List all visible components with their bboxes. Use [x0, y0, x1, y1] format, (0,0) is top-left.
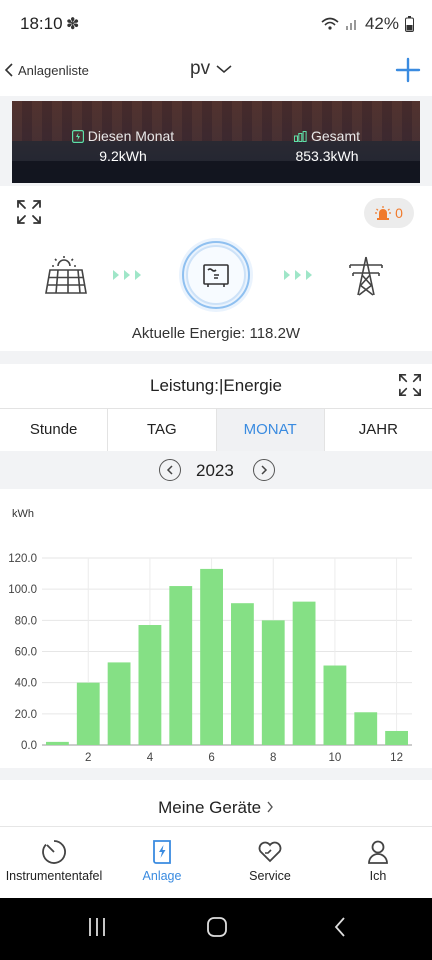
battery-percent: 42%: [364, 14, 399, 33]
bar: [107, 662, 131, 745]
chevron-left-icon: [166, 465, 173, 475]
back-label: Anlagenliste: [18, 62, 89, 78]
fan-icon: ✽: [66, 16, 80, 33]
chevron-right-icon: [267, 801, 273, 813]
bar-stats-icon: [293, 130, 307, 142]
alarm-button[interactable]: 0: [364, 198, 414, 228]
nav-ich[interactable]: Ich: [324, 827, 432, 899]
plant-banner: Diesen Monat 9.2kWh Gesamt 853.3kWh: [12, 101, 420, 183]
nav-label: Service: [249, 869, 291, 883]
expand-icon[interactable]: [16, 199, 42, 225]
current-energy: Aktuelle Energie: 118.2W: [0, 325, 432, 342]
y-tick-label: 20.0: [15, 709, 37, 721]
bar: [292, 601, 316, 745]
clock: 18:10: [20, 14, 63, 33]
energy-bar-chart: 0.0 20.0 40.0 60.0 80.0 100.0 120.0 2 4 6 8 10 12: [8, 553, 412, 764]
nav-instrumententafel[interactable]: Instrumententafel: [0, 827, 108, 899]
x-tick-label: 12: [390, 752, 403, 764]
chart-unit: kWh: [12, 508, 34, 520]
bar: [76, 682, 100, 745]
grid-tower-icon: [349, 256, 383, 296]
month-label: Diesen Monat: [87, 128, 175, 144]
nav-service[interactable]: Service: [216, 827, 324, 899]
x-tick-label: 10: [329, 752, 342, 764]
total-label: Gesamt: [310, 128, 360, 144]
person-icon: [368, 840, 388, 864]
system-nav-bar: [0, 898, 432, 960]
x-tick-label: 4: [147, 752, 154, 764]
alarm-count: 0: [395, 205, 403, 221]
signal-icon: [345, 20, 356, 30]
nav-label: Instrumententafel: [5, 869, 103, 883]
banner-shade: [12, 161, 420, 183]
bottom-nav: Instrumententafel Anlage Service Ich: [0, 826, 432, 899]
total-value: 853.3kWh: [295, 148, 359, 164]
solar-panel-icon: [45, 256, 87, 294]
x-tick-label: 8: [270, 752, 276, 764]
tab-jahr[interactable]: JAHR: [324, 409, 432, 451]
flow-arrows-right: [284, 270, 312, 280]
period-tabs: Stunde TAG MONAT JAHR: [0, 408, 432, 452]
my-devices-link[interactable]: Meine Geräte: [0, 798, 432, 818]
bar: [169, 586, 193, 745]
total-stat: Gesamt 853.3kWh: [272, 128, 382, 164]
next-year-button[interactable]: [253, 459, 275, 481]
tab-monat[interactable]: MONAT: [216, 409, 325, 451]
status-icons: 42%: [321, 14, 414, 34]
inverter-button[interactable]: [177, 236, 255, 314]
bar: [138, 625, 162, 745]
nav-anlage[interactable]: Anlage: [108, 827, 216, 899]
y-tick-label: 40.0: [15, 678, 37, 690]
chevron-left-icon: [4, 63, 13, 77]
chart-expand-icon[interactable]: [398, 373, 422, 397]
battery-charge-icon: [71, 129, 84, 143]
bar: [261, 620, 285, 745]
prev-year-button[interactable]: [159, 459, 181, 481]
back-button[interactable]: Anlagenliste: [4, 58, 89, 82]
x-tick-label: 6: [208, 752, 214, 764]
home-icon[interactable]: [206, 916, 228, 938]
my-devices-label: Meine Geräte: [158, 798, 262, 817]
current-energy-value: 118.2W: [249, 325, 301, 342]
bar: [231, 603, 254, 745]
bar: [354, 712, 378, 745]
dashboard-icon: [42, 840, 66, 864]
back-nav-icon[interactable]: [330, 916, 352, 938]
bar: [200, 568, 223, 745]
heart-hand-icon: [258, 841, 282, 863]
tab-stunde[interactable]: Stunde: [0, 409, 109, 451]
recent-apps-icon[interactable]: [86, 916, 108, 938]
y-tick-label: 120.0: [8, 553, 37, 565]
flow-arrows-left: [113, 270, 141, 280]
alarm-light-icon: [375, 206, 392, 220]
y-tick-label: 100.0: [8, 584, 37, 596]
bar: [46, 741, 69, 745]
plant-icon: [153, 840, 171, 864]
bar: [323, 665, 347, 745]
app-header: Anlagenliste pv: [0, 48, 432, 96]
battery-icon: [405, 16, 414, 32]
month-stat: Diesen Monat 9.2kWh: [58, 128, 188, 164]
status-bar: 18:10 ✽ 42%: [0, 0, 432, 48]
year-value: 2023: [196, 461, 234, 480]
plant-selector[interactable]: pv: [190, 58, 232, 80]
nav-label: Ich: [369, 869, 387, 883]
chart-title: Leistung:|Energie: [149, 376, 282, 395]
tab-tag[interactable]: TAG: [108, 409, 217, 451]
y-tick-label: 80.0: [15, 615, 37, 627]
current-energy-label: Aktuelle Energie:: [131, 325, 246, 342]
y-tick-label: 60.0: [15, 647, 37, 659]
chevron-down-icon: [216, 65, 232, 73]
add-button[interactable]: [394, 56, 422, 84]
wifi-icon: [321, 17, 339, 30]
page-title: pv: [190, 58, 211, 79]
month-value: 9.2kWh: [99, 148, 147, 164]
chevron-right-icon: [261, 465, 268, 475]
nav-label: Anlage: [142, 869, 182, 883]
bar: [385, 730, 408, 745]
y-tick-label: 0.0: [21, 740, 37, 752]
x-tick-label: 2: [85, 752, 91, 764]
